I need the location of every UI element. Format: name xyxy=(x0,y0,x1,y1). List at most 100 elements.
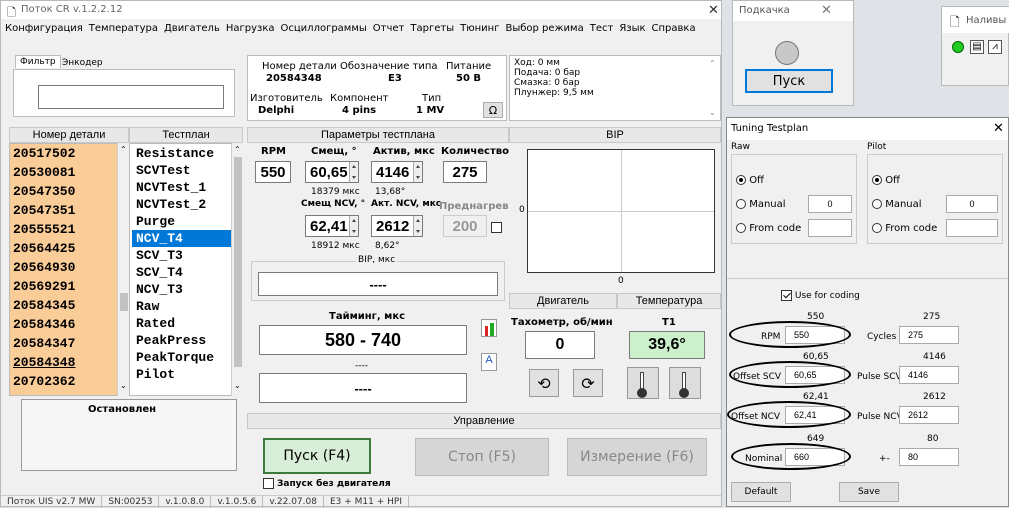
part-list-item[interactable]: 20564930 xyxy=(13,259,75,276)
plan-list-item[interactable]: Rated xyxy=(132,315,232,332)
menu-item[interactable]: Температура xyxy=(89,23,158,39)
raw-fromcode-input[interactable] xyxy=(808,219,852,237)
active-field[interactable]: 4146 xyxy=(371,161,423,183)
part-list-item[interactable]: 20569291 xyxy=(13,278,75,295)
part-scrollbar[interactable]: ⌃ ⌄ xyxy=(117,143,129,396)
active-spinner[interactable] xyxy=(413,162,422,182)
text-icon[interactable]: A xyxy=(481,353,497,371)
plan-list-item[interactable]: NCV_T4 xyxy=(132,230,232,247)
scroll-up-icon[interactable]: ⌃ xyxy=(234,145,241,154)
count-field[interactable]: 275 xyxy=(443,161,487,183)
plan-list-item[interactable]: Purge xyxy=(132,213,232,230)
pilot-off-radio[interactable] xyxy=(872,175,882,185)
filter-input[interactable] xyxy=(38,85,224,109)
pm-input[interactable]: 80 xyxy=(899,448,959,466)
stop-button[interactable]: Стоп (F5) xyxy=(415,438,549,476)
plan-list-item[interactable]: PeakPress xyxy=(132,332,232,349)
pilot-manual-radio[interactable] xyxy=(872,199,882,209)
raw-off-radio[interactable] xyxy=(736,175,746,185)
ncv-offset-spinner[interactable] xyxy=(349,216,358,236)
plan-list-item[interactable]: Raw xyxy=(132,298,232,315)
pilot-off-option[interactable]: Off xyxy=(872,175,900,186)
scroll-up-icon[interactable]: ⌃ xyxy=(120,145,127,154)
grid-icon[interactable]: ▤ xyxy=(970,40,984,54)
scroll-down-icon[interactable]: ⌄ xyxy=(234,381,241,390)
pump-start-button[interactable]: Пуск xyxy=(745,69,833,93)
default-button[interactable]: Default xyxy=(731,482,791,502)
save-button[interactable]: Save xyxy=(839,482,899,502)
scroll-thumb[interactable] xyxy=(120,293,128,311)
plan-list-item[interactable]: SCVTest xyxy=(132,162,232,179)
menu-item[interactable]: Отчет xyxy=(373,23,405,39)
close-icon[interactable]: ✕ xyxy=(821,3,832,18)
raw-off-option[interactable]: Off xyxy=(736,175,764,186)
pilot-fromcode-input[interactable] xyxy=(946,219,998,237)
chart-icon[interactable]: ⩘ xyxy=(988,40,1002,54)
part-list-item[interactable]: 20702362 xyxy=(13,373,75,390)
offset-spinner[interactable] xyxy=(349,162,358,182)
omega-button[interactable]: Ω xyxy=(483,102,503,118)
part-list-item[interactable]: 20584348 xyxy=(13,354,75,371)
no-engine-checkbox[interactable] xyxy=(263,478,274,489)
part-list-item[interactable]: 20547351 xyxy=(13,202,75,219)
offset-field[interactable]: 60,65 xyxy=(305,161,359,183)
use-coding-option[interactable]: Use for coding xyxy=(781,290,860,301)
plan-list-item[interactable]: SCV_T3 xyxy=(132,247,232,264)
preheat-checkbox[interactable] xyxy=(491,221,502,233)
menu-item[interactable]: Справка xyxy=(652,23,696,39)
thermometer-icon[interactable] xyxy=(669,367,701,399)
raw-fromcode-radio[interactable] xyxy=(736,223,746,233)
pilot-fromcode-radio[interactable] xyxy=(872,223,882,233)
menu-item[interactable]: Язык xyxy=(619,23,645,39)
thermometer-icon[interactable] xyxy=(627,367,659,399)
pilot-manual-input[interactable]: 0 xyxy=(946,195,998,213)
menu-item[interactable]: Тюнинг xyxy=(460,23,499,39)
plan-list-item[interactable]: NCVTest_1 xyxy=(132,179,232,196)
menu-item[interactable]: Таргеты xyxy=(410,23,454,39)
plan-list-item[interactable]: SCV_T4 xyxy=(132,264,232,281)
close-icon[interactable]: ✕ xyxy=(708,3,719,18)
plan-list-item[interactable]: NCVTest_2 xyxy=(132,196,232,213)
ncv-active-field[interactable]: 2612 xyxy=(371,215,423,237)
raw-manual-radio[interactable] xyxy=(736,199,746,209)
no-engine-option[interactable]: Запуск без двигателя xyxy=(263,478,391,489)
menu-item[interactable]: Выбор режима xyxy=(505,23,583,39)
plan-list-item[interactable]: PeakTorque xyxy=(132,349,232,366)
raw-fromcode-option[interactable]: From code xyxy=(736,223,801,234)
cycles-input[interactable]: 275 xyxy=(899,326,959,344)
tab-filter[interactable]: Фильтр xyxy=(15,55,61,68)
rotate-cw-button[interactable]: ⟳ xyxy=(573,369,603,397)
rpm-field[interactable]: 550 xyxy=(255,161,291,183)
close-icon[interactable]: ✕ xyxy=(993,121,1004,136)
pilot-fromcode-option[interactable]: From code xyxy=(872,223,937,234)
raw-manual-option[interactable]: Manual xyxy=(736,199,786,210)
measure-button[interactable]: Измерение (F6) xyxy=(567,438,707,476)
chart-icon[interactable] xyxy=(481,319,497,337)
menu-item[interactable]: Нагрузка xyxy=(226,23,275,39)
menu-item[interactable]: Конфигурация xyxy=(5,23,83,39)
use-coding-checkbox[interactable] xyxy=(781,290,792,301)
scroll-down-icon[interactable]: ⌄ xyxy=(709,108,716,117)
plan-list-item[interactable]: Pilot xyxy=(132,366,232,383)
tab-encoder[interactable]: Энкодер xyxy=(59,57,106,69)
rotate-ccw-button[interactable]: ⟲ xyxy=(529,369,559,397)
pilot-manual-option[interactable]: Manual xyxy=(872,199,922,210)
part-list-item[interactable]: 20584347 xyxy=(13,335,75,352)
menu-item[interactable]: Двигатель xyxy=(164,23,220,39)
raw-manual-input[interactable]: 0 xyxy=(808,195,852,213)
menu-item[interactable]: Тест xyxy=(590,23,614,39)
scroll-down-icon[interactable]: ⌄ xyxy=(120,381,127,390)
part-list-item[interactable]: 20555521 xyxy=(13,221,75,238)
part-list-item[interactable]: 20584346 xyxy=(13,316,75,333)
part-list-item[interactable]: 20547350 xyxy=(13,183,75,200)
part-list-item[interactable]: 20584345 xyxy=(13,297,75,314)
part-list-item[interactable]: 20564425 xyxy=(13,240,75,257)
pulsencv-input[interactable]: 2612 xyxy=(899,406,959,424)
plan-scrollbar[interactable]: ⌃ ⌄ xyxy=(231,143,243,396)
plan-list-item[interactable]: Resistance xyxy=(132,145,232,162)
ncv-active-spinner[interactable] xyxy=(413,216,422,236)
part-list-item[interactable]: 20517502 xyxy=(13,145,75,162)
menu-item[interactable]: Осциллограммы xyxy=(281,23,367,39)
scroll-up-icon[interactable]: ⌃ xyxy=(709,59,716,68)
ncv-offset-field[interactable]: 62,41 xyxy=(305,215,359,237)
